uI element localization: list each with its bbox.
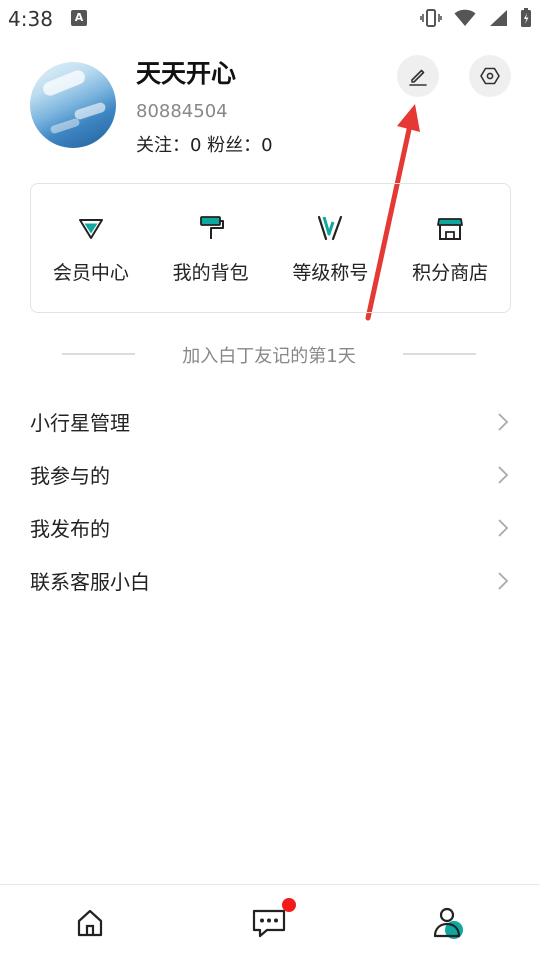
edit-profile-button[interactable] (397, 55, 439, 97)
nav-profile[interactable] (432, 905, 468, 941)
menu-label: 我发布的 (30, 517, 110, 541)
pencil-icon (409, 69, 427, 86)
avatar[interactable] (30, 62, 116, 148)
chevron-right-icon (498, 518, 509, 537)
wifi-icon (454, 9, 476, 27)
menu-label: 联系客服小白 (30, 570, 150, 594)
divider-line (403, 353, 476, 355)
user-name: 天天开心 (136, 59, 237, 88)
user-icon (433, 907, 463, 939)
nav-messages[interactable] (251, 905, 287, 941)
feature-points-store[interactable]: 积分商店 (390, 184, 510, 312)
hexagon-gear-icon (480, 67, 500, 85)
feature-level-title[interactable]: 等级称号 (271, 184, 391, 312)
diamond-icon (77, 214, 105, 242)
feature-member-center[interactable]: 会员中心 (31, 184, 151, 312)
menu-label: 我参与的 (30, 464, 110, 488)
menu-item-asteroid-management[interactable]: 小行星管理 (30, 395, 510, 448)
status-icons (420, 6, 532, 30)
follow-stats[interactable]: 关注：0 粉丝：0 (136, 131, 273, 157)
chevron-right-icon (498, 571, 509, 590)
join-days-text: 加入白丁友记的第1天 (182, 346, 356, 367)
settings-button[interactable] (469, 55, 511, 97)
menu-item-participated[interactable]: 我参与的 (30, 448, 510, 501)
chevron-right-icon (498, 465, 509, 484)
storefront-icon (436, 214, 464, 242)
chat-bubble-icon (252, 909, 286, 938)
bottom-nav (0, 884, 540, 960)
feature-label: 会员中心 (52, 262, 129, 284)
message-badge-dot (282, 898, 296, 912)
menu-label: 小行星管理 (30, 411, 130, 435)
menu-item-contact-support[interactable]: 联系客服小白 (30, 554, 510, 607)
v-badge-icon (316, 214, 344, 242)
nav-home[interactable] (72, 905, 108, 941)
feature-backpack[interactable]: 我的背包 (151, 184, 271, 312)
menu-list: 小行星管理 我参与的 我发布的 联系客服小白 (30, 395, 510, 607)
join-days-divider: 加入白丁友记的第1天 (62, 340, 476, 368)
feature-label: 我的背包 (172, 262, 249, 284)
user-id: 80884504 (136, 101, 228, 122)
status-bar: 4:38 A (0, 0, 540, 36)
battery-icon (521, 8, 531, 27)
signal-icon (490, 10, 507, 26)
chevron-right-icon (498, 412, 509, 431)
feature-card: 会员中心 我的背包 等级称号 积分商店 (30, 183, 511, 313)
paint-roller-icon (197, 214, 225, 242)
feature-label: 积分商店 (412, 262, 489, 284)
vibrate-icon (420, 9, 442, 27)
menu-item-published[interactable]: 我发布的 (30, 501, 510, 554)
status-time: 4:38 (8, 7, 53, 31)
feature-label: 等级称号 (292, 262, 369, 284)
home-icon (77, 909, 103, 937)
app-notification-icon: A (71, 10, 87, 26)
